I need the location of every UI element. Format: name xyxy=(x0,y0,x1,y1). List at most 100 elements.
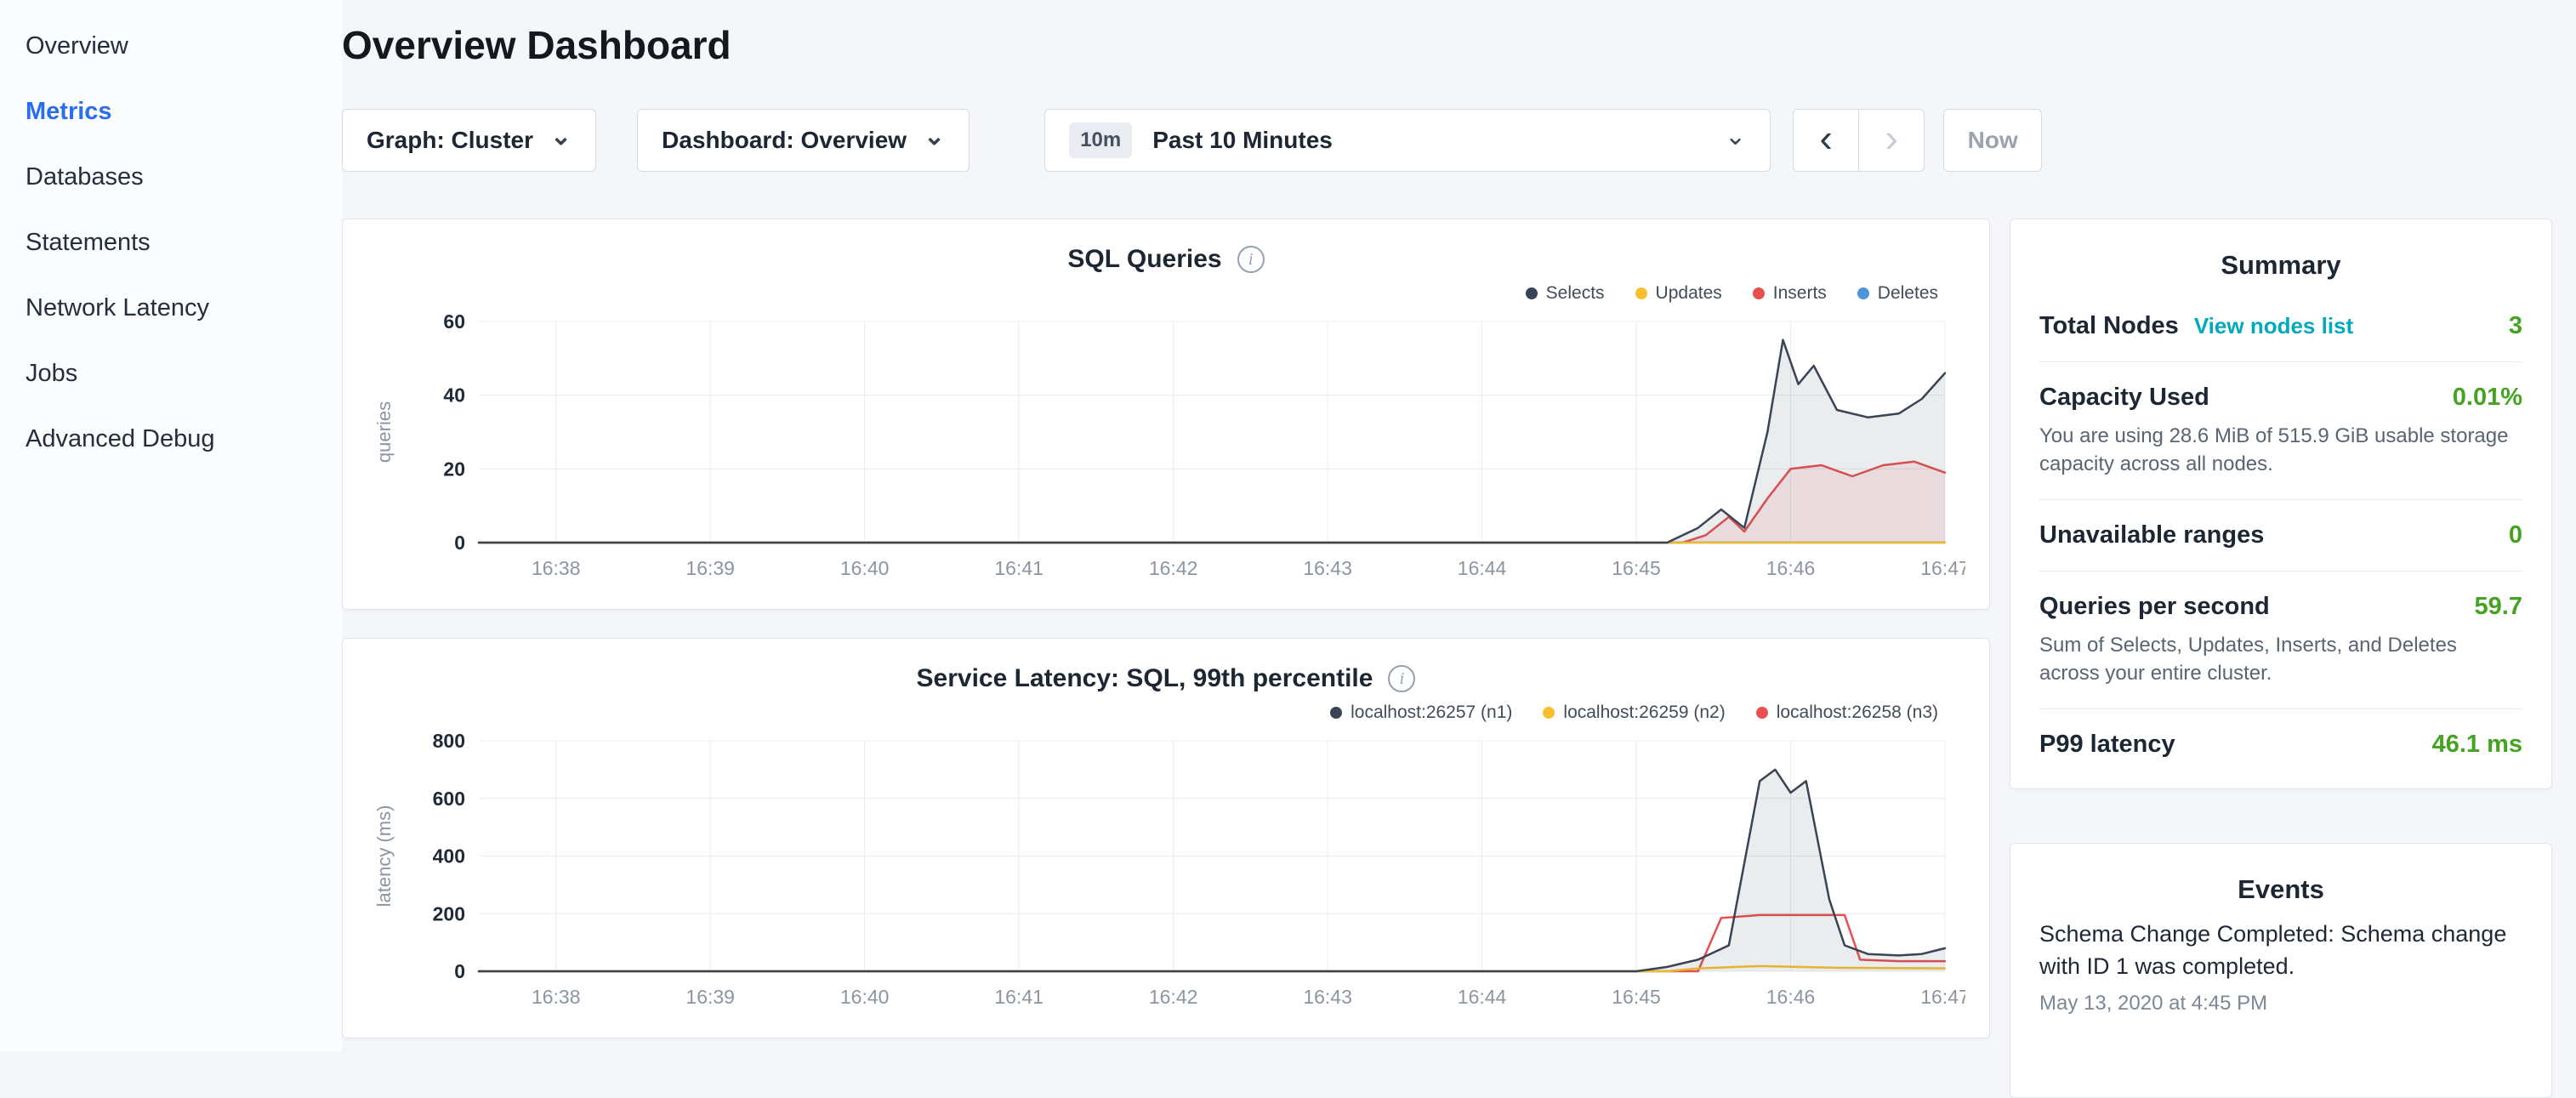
time-window-label: Past 10 Minutes xyxy=(1152,127,1333,154)
svg-text:16:44: 16:44 xyxy=(1458,557,1507,579)
sidebar-item-overview[interactable]: Overview xyxy=(0,14,342,79)
svg-text:200: 200 xyxy=(433,902,465,924)
summary-row: Capacity Used0.01%You are using 28.6 MiB… xyxy=(2039,362,2522,500)
legend-item[interactable]: Inserts xyxy=(1753,283,1827,304)
legend-label: localhost:26258 (n3) xyxy=(1777,703,1938,723)
view-nodes-link[interactable]: View nodes list xyxy=(2194,313,2353,339)
summary-description: Sum of Selects, Updates, Inserts, and De… xyxy=(2039,631,2522,687)
svg-text:16:40: 16:40 xyxy=(840,986,890,1008)
chevron-down-icon: ⌄ xyxy=(924,124,945,150)
svg-text:16:46: 16:46 xyxy=(1766,557,1816,579)
chevron-down-icon: ⌄ xyxy=(550,124,571,150)
info-icon[interactable]: i xyxy=(1388,665,1415,692)
time-window-badge: 10m xyxy=(1069,122,1132,158)
svg-text:16:45: 16:45 xyxy=(1612,557,1661,579)
svg-text:16:41: 16:41 xyxy=(994,986,1043,1008)
svg-text:800: 800 xyxy=(433,731,465,752)
graph-scope-dropdown[interactable]: Graph: Cluster ⌄ xyxy=(342,109,596,172)
summary-value: 0 xyxy=(2509,521,2522,549)
chart-canvas: 020040060080016:3816:3916:4016:4116:4216… xyxy=(368,731,1965,1016)
legend-item[interactable]: Selects xyxy=(1526,283,1605,304)
event-message: Schema Change Completed: Schema change w… xyxy=(2039,919,2522,983)
legend-item[interactable]: localhost:26257 (n1) xyxy=(1330,703,1512,723)
chevron-right-icon: › xyxy=(1885,115,1898,161)
summary-label: Capacity Used xyxy=(2039,384,2209,412)
summary-label: Unavailable ranges xyxy=(2039,521,2264,549)
svg-text:40: 40 xyxy=(443,384,465,407)
svg-text:16:39: 16:39 xyxy=(685,557,735,579)
summary-value: 46.1 ms xyxy=(2432,731,2522,759)
time-next-button[interactable]: › xyxy=(1858,109,1925,172)
legend-swatch-icon xyxy=(1526,287,1538,299)
chart-title-row: Service Latency: SQL, 99th percentile i xyxy=(368,661,1964,697)
summary-description: You are using 28.6 MiB of 515.9 GiB usab… xyxy=(2039,422,2522,478)
sidebar-item-databases[interactable]: Databases xyxy=(0,145,342,210)
sidebar-item-network-latency[interactable]: Network Latency xyxy=(0,276,342,341)
service-latency-chart-card: Service Latency: SQL, 99th percentile i … xyxy=(342,638,1990,1038)
svg-text:16:42: 16:42 xyxy=(1149,557,1198,579)
summary-row: Unavailable ranges 0 xyxy=(2039,500,2522,572)
sidebar-item-metrics[interactable]: Metrics xyxy=(0,79,342,145)
page-title: Overview Dashboard xyxy=(342,22,731,68)
summary-row: Total Nodes View nodes list 3 xyxy=(2039,291,2522,362)
events-panel: Events Schema Change Completed: Schema c… xyxy=(2010,843,2552,1098)
chevron-left-icon: ‹ xyxy=(1820,115,1833,161)
chart-plot: 020406016:3816:3916:4016:4116:4216:4316:… xyxy=(368,311,1964,591)
svg-text:16:44: 16:44 xyxy=(1458,986,1507,1008)
svg-text:0: 0 xyxy=(454,960,465,982)
sidebar-item-jobs[interactable]: Jobs xyxy=(0,341,342,407)
dashboard-label: Dashboard: Overview xyxy=(662,127,907,154)
legend-swatch-icon xyxy=(1857,287,1869,299)
dashboard-dropdown[interactable]: Dashboard: Overview ⌄ xyxy=(637,109,970,172)
legend-item[interactable]: Deletes xyxy=(1857,283,1938,304)
graph-scope-label: Graph: Cluster xyxy=(367,127,533,154)
svg-text:16:47: 16:47 xyxy=(1920,557,1965,579)
events-title: Events xyxy=(2039,874,2522,905)
legend-label: Updates xyxy=(1656,283,1722,304)
svg-text:16:39: 16:39 xyxy=(685,986,735,1008)
svg-text:16:46: 16:46 xyxy=(1766,986,1816,1008)
summary-label: P99 latency xyxy=(2039,731,2175,759)
sidebar-item-statements[interactable]: Statements xyxy=(0,210,342,276)
chart-title-row: SQL Queries i xyxy=(368,242,1964,277)
svg-text:16:43: 16:43 xyxy=(1303,557,1352,579)
svg-text:16:40: 16:40 xyxy=(840,557,890,579)
legend-swatch-icon xyxy=(1753,287,1765,299)
chevron-down-icon: ⌄ xyxy=(1725,124,1746,150)
summary-value: 3 xyxy=(2509,312,2522,340)
sidebar: OverviewMetricsDatabasesStatementsNetwor… xyxy=(0,0,342,1051)
svg-text:16:42: 16:42 xyxy=(1149,986,1198,1008)
chart-canvas: 020406016:3816:3916:4016:4116:4216:4316:… xyxy=(368,311,1965,587)
legend-swatch-icon xyxy=(1756,707,1768,719)
svg-text:600: 600 xyxy=(433,788,465,810)
summary-rows: Total Nodes View nodes list 3 Capacity Used… xyxy=(2039,291,2522,780)
time-range-selector[interactable]: 10m Past 10 Minutes ⌄ xyxy=(1044,109,1771,172)
chart-title: Service Latency: SQL, 99th percentile xyxy=(917,664,1373,693)
svg-text:16:38: 16:38 xyxy=(532,986,581,1008)
time-prev-button[interactable]: ‹ xyxy=(1793,109,1859,172)
chart-legend: Selects Updates Inserts Deletes xyxy=(368,281,1938,306)
sidebar-item-advanced-debug[interactable]: Advanced Debug xyxy=(0,407,342,472)
legend-swatch-icon xyxy=(1635,287,1647,299)
legend-label: Selects xyxy=(1546,283,1605,304)
legend-item[interactable]: localhost:26259 (n2) xyxy=(1543,703,1725,723)
svg-text:16:47: 16:47 xyxy=(1920,986,1965,1008)
svg-text:20: 20 xyxy=(443,458,465,480)
legend-label: Deletes xyxy=(1878,283,1938,304)
summary-label: Total Nodes xyxy=(2039,312,2179,340)
summary-label: Queries per second xyxy=(2039,593,2270,621)
legend-item[interactable]: localhost:26258 (n3) xyxy=(1756,703,1938,723)
chart-plot: 020040060080016:3816:3916:4016:4116:4216… xyxy=(368,731,1964,1020)
legend-swatch-icon xyxy=(1543,707,1555,719)
event-timestamp: May 13, 2020 at 4:45 PM xyxy=(2039,992,2522,1016)
sql-queries-chart-card: SQL Queries i Selects Updates Inserts Delet… xyxy=(342,219,1990,610)
info-icon[interactable]: i xyxy=(1237,246,1265,273)
summary-value: 59.7 xyxy=(2475,593,2522,621)
chart-legend: localhost:26257 (n1) localhost:26259 (n2)… xyxy=(368,700,1938,725)
time-nav-group: ‹ › xyxy=(1793,109,1925,172)
svg-text:16:45: 16:45 xyxy=(1612,986,1661,1008)
chart-title: SQL Queries xyxy=(1067,245,1221,274)
svg-text:16:41: 16:41 xyxy=(994,557,1043,579)
legend-item[interactable]: Updates xyxy=(1635,283,1722,304)
now-button[interactable]: Now xyxy=(1943,109,2042,172)
